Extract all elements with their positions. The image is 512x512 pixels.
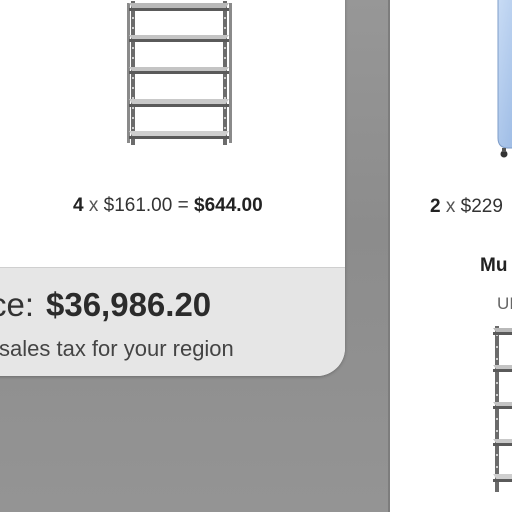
cart-item-card-next: 2 x $229 Mu UI: [390, 0, 512, 512]
unit-price-next: $229: [460, 196, 503, 217]
unit-price: $161.00: [103, 195, 173, 216]
tax-note: sales tax for your region: [0, 336, 384, 362]
line-item-price-next: 2 x $229: [430, 196, 503, 218]
cart-page: 4 x $161.00 = $644.00 ce: $36,986.20 sal…: [0, 0, 512, 512]
quantity-value-next: 2: [430, 196, 441, 217]
next-product-subheading: UI: [497, 294, 512, 313]
tax-note-text: sales tax for your region: [0, 336, 234, 361]
line-total: $644.00: [194, 195, 263, 216]
quantity-value: 4: [73, 195, 84, 216]
line-item-price: 4 x $161.00 = $644.00: [73, 195, 345, 217]
times-sign: x: [88, 195, 99, 216]
shelving-unit-image[interactable]: [123, 0, 235, 147]
next-product-heading: Mu: [480, 255, 508, 276]
times-sign-next: x: [445, 196, 456, 217]
total-amount: $36,986.20: [46, 286, 212, 323]
equals-sign: =: [177, 195, 189, 216]
total-label: ce:: [0, 286, 35, 323]
cabinet-image[interactable]: [490, 0, 512, 164]
shelving-unit-image-next[interactable]: [493, 322, 512, 492]
